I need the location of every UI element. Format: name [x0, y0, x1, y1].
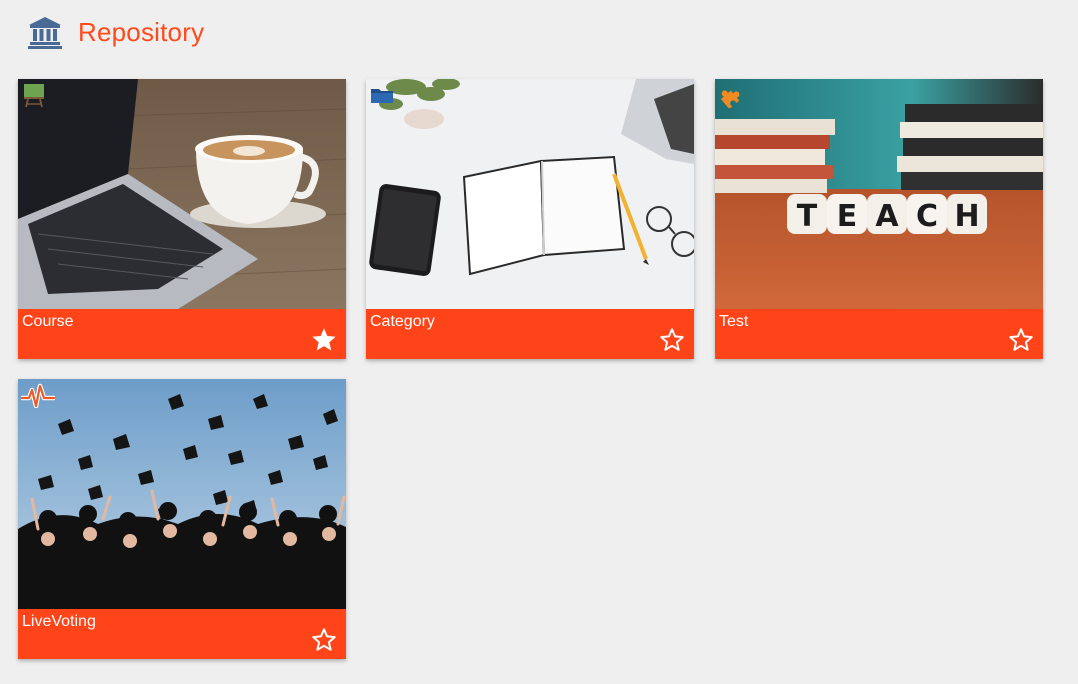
- svg-text:A: A: [875, 199, 899, 234]
- card-image: [18, 379, 346, 609]
- card-label: Course: [22, 313, 74, 330]
- card-image: [366, 79, 694, 309]
- page-header: Repository: [28, 14, 204, 50]
- favorite-star-icon[interactable]: [1007, 326, 1035, 354]
- pulse-icon: [21, 382, 55, 408]
- laptop-coffee-photo: [18, 79, 346, 309]
- chalkboard-icon: [21, 82, 47, 108]
- favorite-star-icon[interactable]: [310, 626, 338, 654]
- svg-text:E: E: [837, 199, 858, 234]
- favorite-star-icon[interactable]: [658, 326, 686, 354]
- repository-card-course[interactable]: Course: [18, 79, 346, 359]
- repository-card-livevoting[interactable]: LiveVoting: [18, 379, 346, 659]
- graduation-caps-photo: [18, 379, 346, 609]
- desk-notebook-photo: [366, 79, 694, 309]
- folder-icon: [369, 82, 395, 108]
- card-image: T E A C H: [715, 79, 1043, 309]
- repository-card-category[interactable]: Category: [366, 79, 694, 359]
- bank-icon: [28, 17, 62, 49]
- puzzle-icon: [718, 82, 744, 108]
- repository-card-test[interactable]: T E A C H Test: [715, 79, 1043, 359]
- card-label: LiveVoting: [22, 613, 96, 630]
- card-image: [18, 79, 346, 309]
- teach-blocks-photo: T E A C H: [715, 79, 1043, 309]
- favorite-star-icon[interactable]: [310, 326, 338, 354]
- svg-text:H: H: [954, 199, 979, 234]
- svg-text:C: C: [916, 199, 938, 234]
- svg-text:T: T: [797, 199, 818, 234]
- card-label: Category: [370, 313, 435, 330]
- card-label: Test: [719, 313, 749, 330]
- page-title: Repository: [78, 16, 205, 47]
